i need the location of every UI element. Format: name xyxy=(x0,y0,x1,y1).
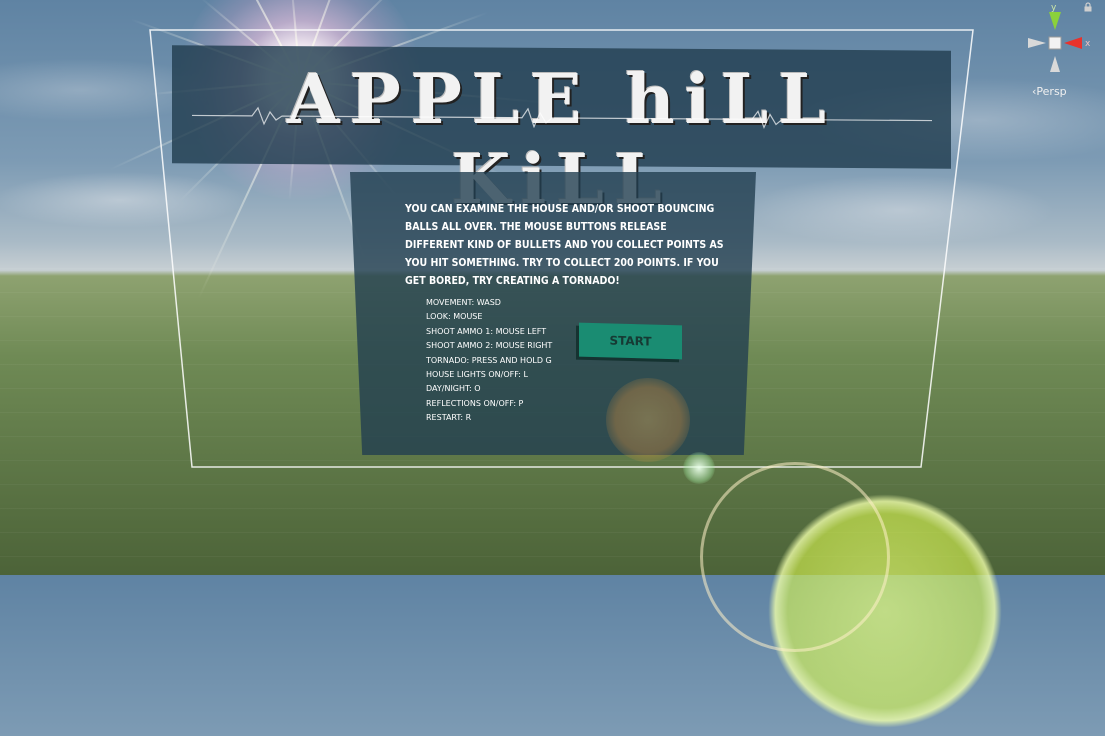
lens-flare-orange xyxy=(606,378,690,462)
control-look: LOOK: MOUSE xyxy=(426,312,483,322)
control-restart: RESTART: R xyxy=(426,413,472,423)
x-axis-label: x xyxy=(1085,39,1091,49)
control-reflections: REFLECTIONS ON/OFF: P xyxy=(426,398,524,408)
projection-label[interactable]: ‹Persp xyxy=(1032,85,1067,98)
lens-flare-ring xyxy=(700,462,890,652)
control-day-night: DAY/NIGHT: O xyxy=(426,384,481,394)
controls-list: MOVEMENT: WASD LOOK: MOUSE SHOOT AMMO 1:… xyxy=(426,296,552,426)
neg-x-cone-icon[interactable] xyxy=(1028,38,1046,48)
game-description: YOU CAN EXAMINE THE HOUSE AND/OR SHOOT B… xyxy=(405,203,724,287)
control-shoot-ammo-2: SHOOT AMMO 2: MOUSE RIGHT xyxy=(426,341,553,351)
lock-icon[interactable] xyxy=(1083,2,1093,12)
projection-text: Persp xyxy=(1036,85,1067,98)
lens-flare-green xyxy=(683,452,715,484)
x-axis-cone-icon[interactable] xyxy=(1064,37,1082,49)
y-axis-label: y xyxy=(1051,3,1057,13)
info-panel: YOU CAN EXAMINE THE HOUSE AND/OR SHOOT B… xyxy=(350,172,756,455)
control-house-lights: HOUSE LIGHTS ON/OFF: L xyxy=(426,370,528,380)
title-banner: APPLE hiLL KiLL xyxy=(172,45,951,220)
control-shoot-ammo-1: SHOOT AMMO 1: MOUSE LEFT xyxy=(426,326,547,336)
y-axis-cone-icon[interactable] xyxy=(1049,12,1061,30)
neg-y-cone-icon[interactable] xyxy=(1050,56,1060,72)
start-button[interactable]: START xyxy=(579,322,682,360)
gizmo-center-cube-icon[interactable] xyxy=(1048,36,1062,50)
control-movement: MOVEMENT: WASD xyxy=(426,298,501,307)
control-tornado: TORNADO: PRESS AND HOLD G xyxy=(426,355,552,365)
